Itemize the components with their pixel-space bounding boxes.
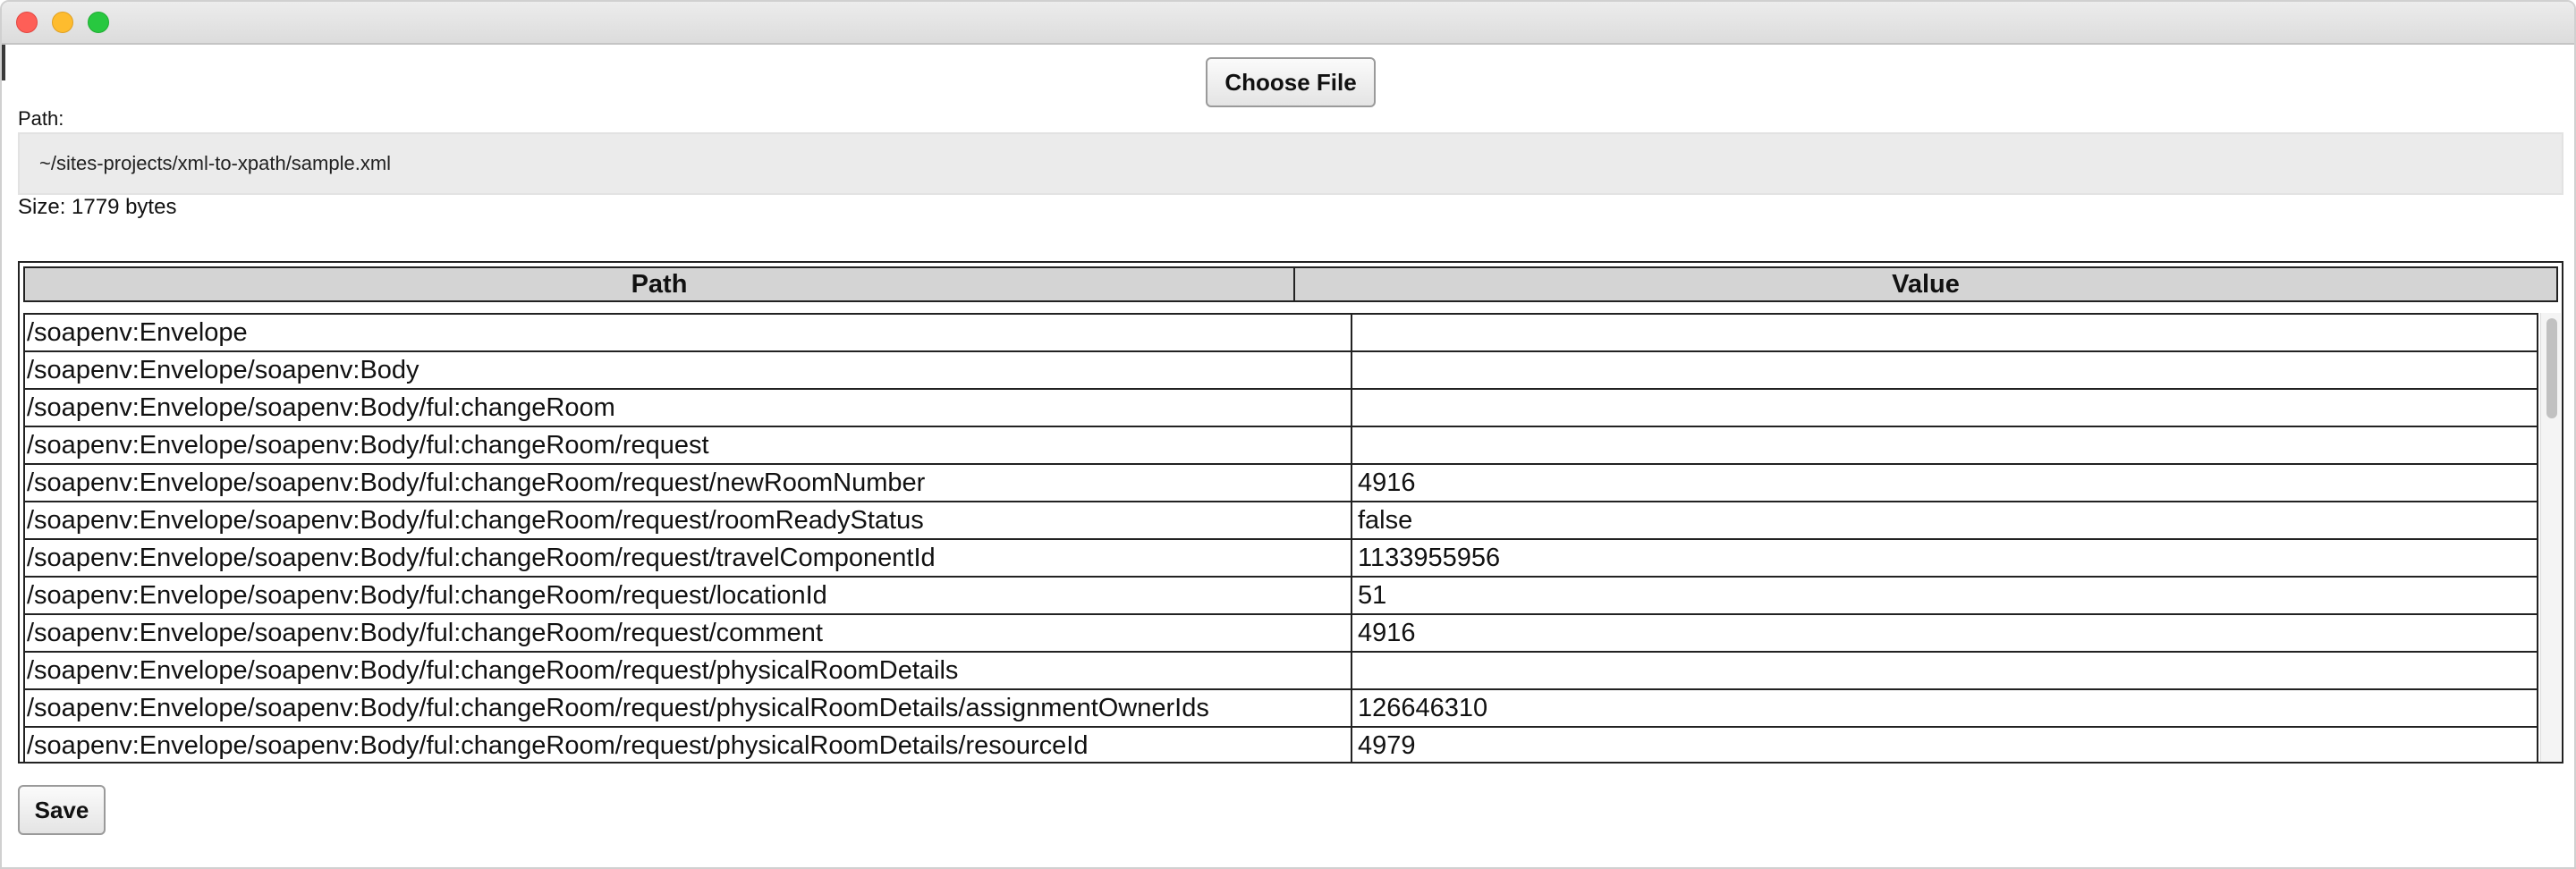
cell-value: 51 — [1358, 580, 1387, 610]
xpath-table: Path Value /soapenv:Envelope/soapenv:Env… — [18, 261, 2563, 764]
table-row[interactable]: /soapenv:Envelope — [25, 315, 2537, 352]
scrollbar-thumb[interactable] — [2546, 318, 2557, 418]
table-row[interactable]: /soapenv:Envelope/soapenv:Body/ful:chang… — [25, 427, 2537, 465]
path-field[interactable]: ~/sites-projects/xml-to-xpath/sample.xml — [18, 132, 2563, 195]
cell-value: false — [1358, 505, 1413, 535]
table-body: /soapenv:Envelope/soapenv:Envelope/soape… — [23, 313, 2538, 762]
cell-value — [1352, 653, 2537, 688]
app-window: Choose File Path: ~/sites-projects/xml-t… — [0, 0, 2576, 869]
title-bar — [2, 2, 2574, 45]
table-row[interactable]: /soapenv:Envelope/soapenv:Body/ful:chang… — [25, 502, 2537, 540]
cell-path: /soapenv:Envelope/soapenv:Body/ful:chang… — [25, 540, 1352, 576]
window-edge — [2, 45, 5, 80]
column-header-path[interactable]: Path — [25, 268, 1295, 300]
cell-value — [1352, 427, 2537, 463]
choose-file-button[interactable]: Choose File — [1206, 57, 1376, 107]
cell-value — [1352, 390, 2537, 426]
column-header-value[interactable]: Value — [1295, 268, 2556, 300]
cell-value: 1133955956 — [1358, 543, 1501, 572]
cell-path: /soapenv:Envelope/soapenv:Body/ful:chang… — [25, 390, 1352, 426]
cell-value: 4916 — [1358, 468, 1416, 497]
table-row[interactable]: /soapenv:Envelope/soapenv:Body/ful:chang… — [25, 540, 2537, 578]
minimize-icon[interactable] — [52, 12, 73, 33]
table-header: Path Value — [23, 266, 2558, 302]
cell-path: /soapenv:Envelope/soapenv:Body/ful:chang… — [25, 653, 1352, 688]
table-row[interactable]: /soapenv:Envelope/soapenv:Body/ful:chang… — [25, 653, 2537, 690]
path-label: Path: — [18, 107, 64, 130]
maximize-icon[interactable] — [88, 12, 109, 33]
cell-path: /soapenv:Envelope/soapenv:Body — [25, 352, 1352, 388]
cell-path: /soapenv:Envelope/soapenv:Body/ful:chang… — [25, 427, 1352, 463]
table-row[interactable]: /soapenv:Envelope/soapenv:Body — [25, 352, 2537, 390]
cell-path: /soapenv:Envelope/soapenv:Body/ful:chang… — [25, 502, 1352, 538]
cell-value: 4916 — [1358, 618, 1416, 647]
close-icon[interactable] — [16, 12, 38, 33]
save-button[interactable]: Save — [18, 785, 106, 835]
cell-path: /soapenv:Envelope/soapenv:Body/ful:chang… — [25, 578, 1352, 613]
table-row[interactable]: /soapenv:Envelope/soapenv:Body/ful:chang… — [25, 390, 2537, 427]
cell-path: /soapenv:Envelope/soapenv:Body/ful:chang… — [25, 465, 1352, 501]
cell-value: 4979 — [1358, 730, 1416, 760]
table-row[interactable]: /soapenv:Envelope/soapenv:Body/ful:chang… — [25, 690, 2537, 728]
table-row[interactable]: /soapenv:Envelope/soapenv:Body/ful:chang… — [25, 728, 2537, 762]
cell-value — [1352, 315, 2537, 350]
path-value: ~/sites-projects/xml-to-xpath/sample.xml — [39, 152, 392, 174]
vertical-scrollbar[interactable] — [2540, 313, 2561, 762]
cell-path: /soapenv:Envelope/soapenv:Body/ful:chang… — [25, 690, 1352, 726]
cell-path: /soapenv:Envelope/soapenv:Body/ful:chang… — [25, 728, 1352, 762]
table-row[interactable]: /soapenv:Envelope/soapenv:Body/ful:chang… — [25, 615, 2537, 653]
file-size-text: Size: 1779 bytes — [18, 195, 177, 219]
table-row[interactable]: /soapenv:Envelope/soapenv:Body/ful:chang… — [25, 578, 2537, 615]
table-row[interactable]: /soapenv:Envelope/soapenv:Body/ful:chang… — [25, 465, 2537, 502]
cell-value: 126646310 — [1358, 693, 1488, 722]
cell-path: /soapenv:Envelope — [25, 315, 1352, 350]
cell-path: /soapenv:Envelope/soapenv:Body/ful:chang… — [25, 615, 1352, 651]
cell-value — [1352, 352, 2537, 388]
